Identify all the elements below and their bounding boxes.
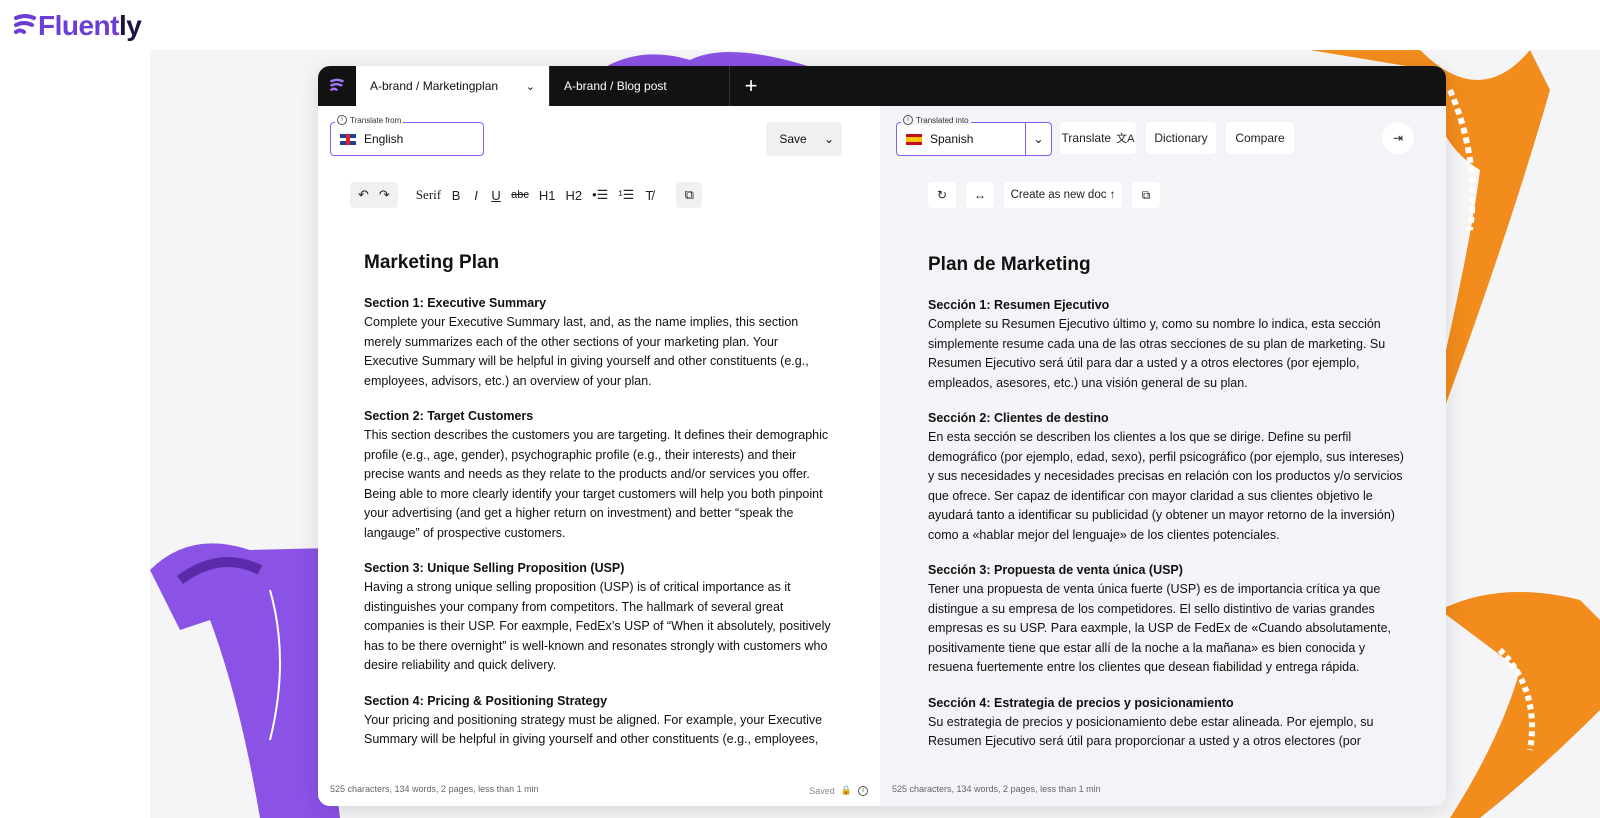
plus-icon: + xyxy=(744,73,758,98)
info-icon: i xyxy=(903,115,913,125)
clear-format-icon[interactable]: T̸ xyxy=(644,188,654,203)
refresh-icon: ↻ xyxy=(936,188,948,202)
save-button[interactable]: Save xyxy=(766,132,816,146)
formatting-toolbar: ↶ ↷ Serif B I U abc H1 H2 •☰ ¹☰ T̸ ⧉ xyxy=(350,182,703,208)
app-logo-icon xyxy=(318,66,356,106)
collapse-panel-button[interactable]: ⇥ xyxy=(1382,122,1414,154)
source-pane: i Translate from English Save ⌄ ↶ ↷ Seri… xyxy=(318,106,880,806)
section-heading: Sección 3: Propuesta de venta única (USP… xyxy=(928,563,1183,577)
translate-from-legend: i Translate from xyxy=(335,115,404,125)
copy-icon: ⧉ xyxy=(684,187,694,202)
section-heading: Section 2: Target Customers xyxy=(364,409,534,423)
fluently-logo-icon xyxy=(14,14,36,34)
add-tab-button[interactable]: + xyxy=(730,66,772,106)
swap-icon: ↔ xyxy=(974,188,986,202)
undo-icon[interactable]: ↶ xyxy=(358,187,369,203)
translate-button[interactable]: Translate 文A xyxy=(1060,122,1136,154)
source-document[interactable]: Marketing Plan Section 1: Executive Summ… xyxy=(364,252,834,758)
copy-button[interactable]: ⧉ xyxy=(1132,182,1160,208)
tab-bar: A-brand / Marketingplan ⌄ A-brand / Blog… xyxy=(318,66,1446,106)
target-toolbar: ↻ ↔ Create as new doc ↑ ⧉ xyxy=(928,182,1160,208)
tab-label: A-brand / Blog post xyxy=(564,79,667,93)
section-heading: Sección 2: Clientes de destino xyxy=(928,411,1109,425)
orange-ribbon-bottom-decoration xyxy=(1440,592,1600,818)
tab-marketingplan[interactable]: A-brand / Marketingplan ⌄ xyxy=(356,66,550,106)
source-language-select[interactable]: i Translate from English xyxy=(330,115,484,156)
underline-button[interactable]: U xyxy=(491,188,501,203)
target-language-label: Spanish xyxy=(930,132,974,146)
target-document-viewport[interactable]: Plan de Marketing Sección 1: Resumen Eje… xyxy=(880,246,1446,758)
document-title: Marketing Plan xyxy=(364,252,500,273)
save-status: Saved 🔒 i xyxy=(809,785,868,796)
section-body: Su estrategia de precios y posicionamien… xyxy=(928,714,1374,749)
dictionary-button[interactable]: Dictionary xyxy=(1146,122,1216,154)
heading2-button[interactable]: H2 xyxy=(565,188,582,203)
document-title: Plan de Marketing xyxy=(928,254,1091,275)
collapse-right-icon: ⇥ xyxy=(1392,131,1404,145)
heading1-button[interactable]: H1 xyxy=(539,188,556,203)
info-icon: i xyxy=(337,115,347,125)
section-heading: Section 4: Pricing & Positioning Strateg… xyxy=(364,693,608,708)
target-language-select[interactable]: i Translated into Spanish ⌄ xyxy=(896,115,1052,156)
saved-label: Saved xyxy=(809,785,835,796)
history-group: ↶ ↷ xyxy=(350,182,398,208)
translate-icon: 文A xyxy=(1116,133,1135,145)
target-status-text: 525 characters, 134 words, 2 pages, less… xyxy=(892,784,1101,794)
section-heading: Section 3: Unique Selling Proposition (U… xyxy=(364,561,625,575)
save-button-group[interactable]: Save ⌄ xyxy=(766,122,842,156)
translated-into-legend: i Translated into xyxy=(901,115,971,125)
copy-icon: ⧉ xyxy=(1141,187,1151,202)
info-icon[interactable]: i xyxy=(858,785,868,796)
chevron-down-icon[interactable]: ⌄ xyxy=(816,132,842,146)
source-language-label: English xyxy=(364,132,404,146)
section-body: Tener una propuesta de venta única fuert… xyxy=(928,582,1392,674)
section-heading: Section 1: Executive Summary xyxy=(364,296,547,310)
section-body: This section describes the customers you… xyxy=(364,428,829,540)
spain-flag-icon xyxy=(906,133,922,145)
chevron-down-icon[interactable]: ⌄ xyxy=(1025,123,1051,155)
source-document-viewport[interactable]: Marketing Plan Section 1: Executive Summ… xyxy=(318,246,880,758)
logo-wordmark: Fluently xyxy=(38,10,142,41)
chevron-down-icon[interactable]: ⌄ xyxy=(526,80,535,93)
create-as-new-doc-button[interactable]: Create as new doc ↑ xyxy=(1004,182,1122,208)
uk-flag-icon xyxy=(340,133,356,145)
section-body: Your pricing and positioning strategy mu… xyxy=(364,712,823,747)
target-document[interactable]: Plan de Marketing Sección 1: Resumen Eje… xyxy=(928,254,1408,758)
numbered-list-icon[interactable]: ¹☰ xyxy=(618,187,634,203)
section-heading: Sección 4: Estrategia de precios y posic… xyxy=(928,695,1234,710)
section-body: En esta sección se describen los cliente… xyxy=(928,430,1404,542)
bold-button[interactable]: B xyxy=(451,188,461,203)
section-heading: Sección 1: Resumen Ejecutivo xyxy=(928,298,1110,312)
swap-button[interactable]: ↔ xyxy=(966,182,994,208)
tab-blog-post[interactable]: A-brand / Blog post xyxy=(550,66,730,106)
fluently-logo[interactable]: Fluently xyxy=(14,10,142,42)
section-body: Complete your Executive Summary last, an… xyxy=(364,315,809,388)
strikethrough-button[interactable]: abc xyxy=(511,189,529,201)
section-body: Complete su Resumen Ejecutivo último y, … xyxy=(928,317,1386,390)
font-serif-button[interactable]: Serif xyxy=(416,187,441,203)
italic-button[interactable]: I xyxy=(471,188,481,203)
translator-app-window: A-brand / Marketingplan ⌄ A-brand / Blog… xyxy=(318,66,1446,806)
lock-icon: 🔒 xyxy=(840,785,852,795)
redo-icon[interactable]: ↷ xyxy=(379,187,390,203)
section-body: Having a strong unique selling propositi… xyxy=(364,580,831,672)
copy-button[interactable]: ⧉ xyxy=(676,182,703,208)
bullet-list-icon[interactable]: •☰ xyxy=(592,187,608,203)
refresh-button[interactable]: ↻ xyxy=(928,182,956,208)
target-pane: i Translated into Spanish ⌄ Translate 文A… xyxy=(880,106,1446,806)
compare-button[interactable]: Compare xyxy=(1226,122,1294,154)
tab-label: A-brand / Marketingplan xyxy=(370,79,499,93)
source-status-text: 525 characters, 134 words, 2 pages, less… xyxy=(330,784,539,794)
